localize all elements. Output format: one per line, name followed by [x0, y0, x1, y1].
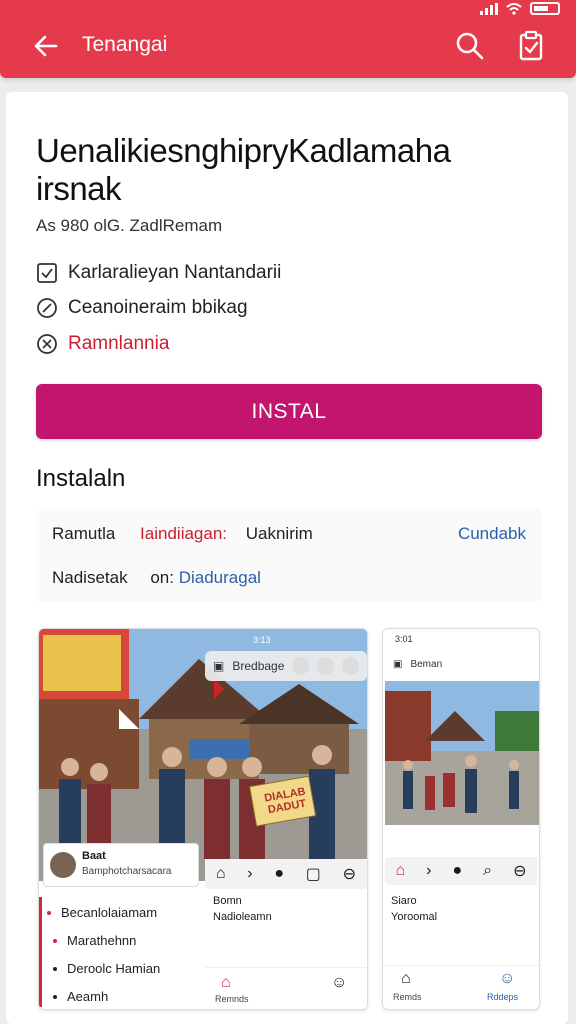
- app-bar: Tenangai: [0, 18, 576, 78]
- shot1-status-bar: 3:13: [205, 631, 365, 653]
- info-label: Nadisetak: [52, 568, 128, 587]
- install-info-row: Nadisetak on: Diaduragal: [52, 568, 261, 588]
- shot1-bottom-nav: ⌂ Remnds ☺: [205, 967, 367, 1009]
- status-icons: [480, 2, 560, 15]
- feature-label: Ramnlannia: [68, 333, 170, 354]
- install-info-box: Ramutla Iaindiiagan: Uaknirim Cundabk Na…: [36, 508, 542, 602]
- square-icon: ▢: [305, 866, 321, 883]
- profile-icon: ☺: [331, 974, 348, 991]
- list-item: Deroolc Hamian: [53, 961, 160, 976]
- shot1-toolbar: ⌂ › ● ▢ ⊖: [205, 859, 367, 889]
- shot1-list-panel: Becanlolaiamam Marathehnn Deroolc Hamian…: [39, 887, 199, 1009]
- list-item-label: Deroolc Hamian: [67, 961, 161, 976]
- car-icon: ⊖: [342, 866, 357, 883]
- avatar: [50, 852, 76, 878]
- clipboard-check-icon[interactable]: [516, 30, 546, 62]
- shot1-profile-name: Baat: [82, 850, 106, 862]
- shot1-top-label: Bredbage: [232, 659, 285, 673]
- feature-item: Ceanoineraim bbikag: [36, 297, 248, 319]
- shot2-title: Siaro: [391, 895, 417, 907]
- feature-item-warning: Ramnlannia: [36, 333, 169, 355]
- shot2-top-bar: ▣ Beman: [385, 651, 537, 677]
- shot1-round-icon: [342, 657, 360, 675]
- accent-line: [39, 897, 42, 1007]
- info-prefix: on:: [150, 568, 174, 587]
- home-icon: ⌂: [215, 865, 226, 882]
- shot2-nav-left: Remds: [393, 992, 422, 1002]
- bullet: [53, 994, 57, 999]
- shot2-nav-right: Rddeps: [487, 992, 519, 1002]
- info-link[interactable]: Cundabk: [458, 524, 526, 544]
- app-bar-title: Tenangai: [82, 33, 168, 56]
- info-label: Ramutla: [52, 524, 116, 543]
- shot1-nav-label: Remnds: [215, 994, 249, 1004]
- bullet: [53, 966, 57, 971]
- list-item-label: Aeamh: [67, 989, 109, 1004]
- street-photo: [385, 681, 539, 825]
- profile-icon: ☺: [499, 970, 516, 987]
- shot1-side-title: Bomn: [213, 895, 242, 907]
- edit-circle-icon: [36, 297, 58, 319]
- circle-icon: ●: [274, 865, 285, 882]
- app-meta: As 980 olG. ZadlRemam: [36, 216, 223, 235]
- home-icon: ⌂: [395, 862, 406, 879]
- info-red-value: Iaindiiagan:: [140, 524, 228, 543]
- chevron-right-icon: ›: [426, 862, 432, 879]
- wifi-icon: [506, 2, 522, 15]
- search-icon[interactable]: [454, 30, 486, 62]
- install-section-title: Instalaln: [36, 465, 126, 492]
- shot2-sub: Yoroomal: [391, 911, 438, 923]
- shot2-status-time: 3:01: [395, 634, 413, 644]
- home-icon: ⌂: [221, 974, 231, 991]
- checkbox-icon: [36, 262, 58, 284]
- shot1-round-icon: [317, 657, 335, 675]
- shot1-profile-card: Baat Bamphotcharsacara: [43, 843, 199, 887]
- screenshot-preview-2[interactable]: 3:01 ▣ Beman ⌂ › ● ⌕ ⊖ Siaro Yoroomal ⌂ …: [382, 628, 540, 1010]
- shot1-status-time: 3:13: [253, 635, 271, 645]
- list-item: Marathehnn: [53, 933, 136, 948]
- shot1-side-panel: ⌂ › ● ▢ ⊖ Bomn Nadioleamn ⌂ Remnds ☺: [205, 859, 367, 1009]
- shot1-top-bar: ▣ Bredbage: [205, 651, 367, 681]
- shot1-round-icon: [292, 657, 310, 675]
- shot2-top-label: Beman: [410, 658, 443, 670]
- info-value: Uaknirim: [245, 524, 313, 543]
- app-title: UenalikiesnghipryKadlamaha irsnak: [36, 132, 451, 207]
- search-icon: ⌕: [483, 862, 493, 879]
- shot1-image-icon: ▣: [213, 659, 225, 673]
- info-link[interactable]: Diaduragal: [179, 568, 261, 587]
- shot2-image-icon: ▣: [393, 658, 403, 670]
- list-item-label: Becanlolaiamam: [61, 905, 158, 920]
- status-bar: [0, 0, 576, 18]
- shot1-profile-sub: Bamphotcharsacara: [82, 866, 172, 877]
- list-item-label: Marathehnn: [67, 933, 137, 948]
- home-icon: ⌂: [401, 970, 411, 987]
- chevron-right-icon: ›: [247, 865, 253, 882]
- battery-icon: [530, 2, 560, 15]
- circle-icon: ●: [452, 862, 463, 879]
- feature-item: Karlaralieyan Nantandarii: [36, 262, 281, 284]
- install-button[interactable]: INSTAL: [36, 384, 542, 439]
- shot2-toolbar: ⌂ › ● ⌕ ⊖: [385, 857, 537, 885]
- bullet: [47, 910, 51, 915]
- feature-label: Ceanoineraim bbikag: [68, 297, 248, 318]
- feature-label: Karlaralieyan Nantandarii: [68, 262, 282, 283]
- bullet: [53, 938, 57, 943]
- signal-icon: [480, 2, 498, 15]
- install-info-row: Ramutla Iaindiiagan: Uaknirim Cundabk: [52, 524, 526, 544]
- shot1-side-sub: Nadioleamn: [213, 911, 272, 923]
- list-item: Aeamh: [53, 989, 108, 1004]
- list-item: Becanlolaiamam: [47, 905, 157, 920]
- screenshot-preview-1[interactable]: DIALAB DADUT 3:13 ▣ Bredbage Baat Bampho…: [38, 628, 368, 1010]
- shot2-bottom-nav: ⌂ Remds ☺ Rddeps: [383, 965, 539, 1009]
- alert-circle-icon: [36, 333, 58, 355]
- car-icon: ⊖: [513, 863, 527, 880]
- back-arrow-icon[interactable]: [30, 30, 62, 62]
